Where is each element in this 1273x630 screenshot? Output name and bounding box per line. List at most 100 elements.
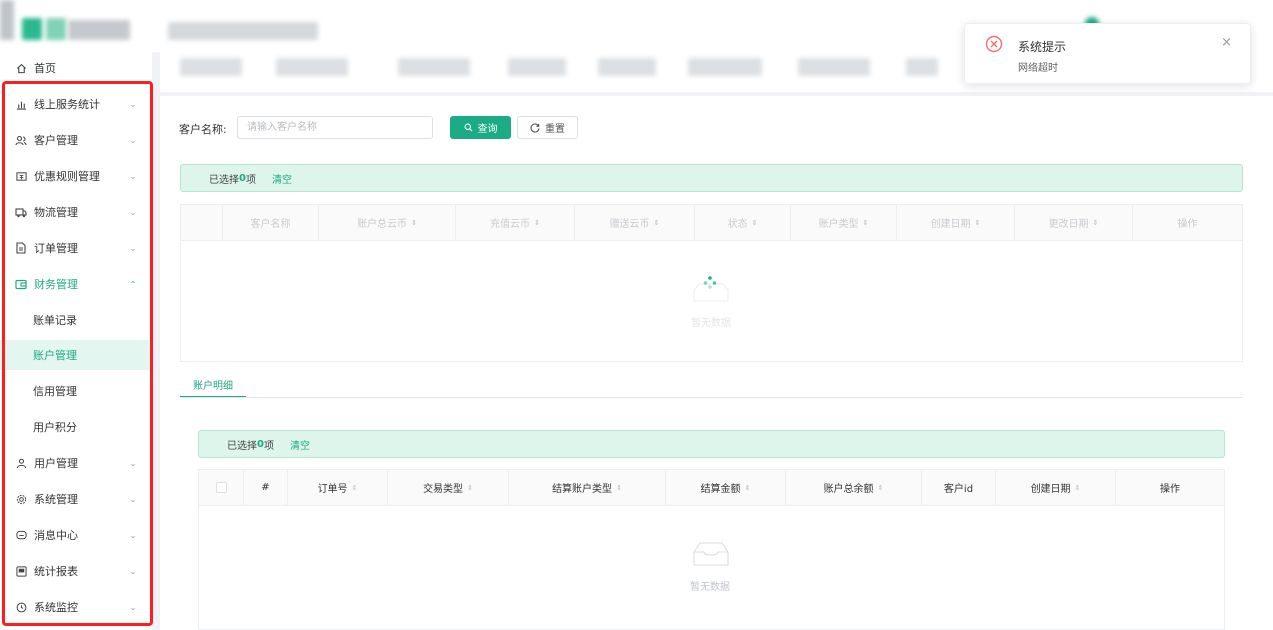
column-label: 结算账户类型: [552, 484, 613, 495]
notification-title: 系统提示: [1018, 40, 1067, 54]
column-header-recharge-coins[interactable]: 充值云币 ⇕: [456, 205, 575, 240]
sidebar-item-online-stats[interactable]: 线上服务统计 ⌄: [0, 89, 152, 119]
error-notification: 系统提示 网络超时 ×: [964, 23, 1251, 84]
select-all-checkbox[interactable]: [215, 482, 227, 493]
sidebar-subitem-label: 账单记录: [33, 314, 77, 327]
column-header-updated-date[interactable]: 更改日期 ⇕: [1015, 205, 1133, 240]
sort-icon: ⇕: [411, 218, 417, 227]
column-label: 账户类型: [818, 219, 859, 230]
sort-icon: ⇕: [1074, 483, 1081, 492]
chevron-down-icon: ⌄: [129, 602, 137, 612]
column-header-transaction-type[interactable]: 交易类型 ⇕: [388, 470, 509, 505]
sidebar-subitem-label: 账户管理: [33, 349, 77, 362]
column-label: 客户名称: [250, 219, 291, 230]
sidebar-item-system[interactable]: 系统管理 ⌄: [0, 484, 152, 514]
chevron-down-icon: ⌄: [129, 135, 137, 145]
search-icon: [464, 123, 472, 132]
column-label: 状态: [727, 219, 748, 230]
selection-bar: 已选择 0 项 清空: [180, 164, 1243, 192]
tab-account-detail[interactable]: 账户明细: [180, 373, 246, 398]
reset-button-label: 重置: [545, 124, 565, 135]
sidebar-item-label: 用户管理: [34, 457, 78, 470]
sidebar-item-monitor[interactable]: 系统监控 ⌄: [0, 592, 152, 622]
table-header-cell: [181, 205, 223, 240]
sort-icon: ⇕: [1092, 218, 1099, 227]
sidebar-item-messages[interactable]: 消息中心 ⌄: [0, 520, 152, 550]
loading-empty-icon: [693, 276, 729, 302]
column-header-gift-coins[interactable]: 赠送云币 ⇕: [575, 205, 695, 240]
sidebar-item-orders[interactable]: 订单管理 ⌄: [0, 233, 152, 263]
query-button-label: 查询: [477, 124, 498, 135]
chevron-down-icon: ⌄: [129, 99, 137, 109]
customer-name-input[interactable]: [237, 116, 433, 139]
sidebar-subitem-label: 用户积分: [33, 421, 77, 434]
sidebar-subitem-account-management[interactable]: 账户管理: [0, 340, 152, 370]
column-header-created-date[interactable]: 创建日期 ⇕: [996, 470, 1116, 505]
reset-button[interactable]: 重置: [517, 116, 578, 139]
column-label: 客户id: [943, 484, 974, 495]
empty-box-icon: [693, 542, 729, 566]
sidebar-item-finance[interactable]: 财务管理 ⌃: [0, 269, 152, 299]
column-label: #: [261, 482, 270, 493]
sidebar-subitem-label: 信用管理: [33, 385, 77, 398]
column-label: 更改日期: [1048, 219, 1089, 230]
coupon-icon: [14, 171, 28, 182]
message-icon: [14, 530, 28, 541]
sidebar-item-home[interactable]: 首页: [0, 53, 152, 83]
sidebar-item-label: 消息中心: [34, 529, 78, 542]
close-icon[interactable]: ×: [1221, 35, 1232, 50]
sidebar-subitem-bill-records[interactable]: 账单记录: [0, 305, 152, 335]
sidebar-item-coupon-rules[interactable]: 优惠规则管理 ⌄: [0, 161, 152, 191]
account-table-header: 客户名称 账户总云币 ⇕ 充值云币 ⇕ 赠送云币 ⇕ 状态 ⇕ 账户类型 ⇕ 创建日期 ⇕ …: [181, 205, 1242, 241]
sidebar-item-logistics[interactable]: 物流管理 ⌄: [0, 197, 152, 227]
clear-selection-link[interactable]: 清空: [290, 437, 310, 452]
sidebar-item-label: 优惠规则管理: [34, 170, 100, 183]
column-header-customer-name[interactable]: 客户名称: [223, 205, 319, 240]
query-button[interactable]: 查询: [450, 116, 511, 139]
column-label: 创建日期: [1030, 484, 1071, 495]
sidebar-item-label: 首页: [34, 62, 56, 75]
sidebar-subitem-user-points[interactable]: 用户积分: [0, 412, 152, 442]
selection-count: 0: [257, 438, 264, 450]
user-icon: [14, 458, 28, 469]
selection-prefix: 已选择: [209, 174, 239, 186]
sort-icon: ⇕: [877, 483, 884, 492]
column-label: 订单号: [317, 484, 348, 495]
chevron-up-icon: ⌃: [129, 279, 137, 289]
sidebar-item-label: 物流管理: [34, 206, 78, 219]
column-header-status[interactable]: 状态 ⇕: [695, 205, 791, 240]
truck-icon: [14, 207, 28, 218]
detail-table-header: # 订单号 ⇕ 交易类型 ⇕ 结算账户类型 ⇕ 结算金额 ⇕ 账户总余额 ⇕ 客户id 创…: [199, 470, 1224, 506]
sort-icon: ⇕: [744, 483, 751, 492]
column-header-settlement-account-type[interactable]: 结算账户类型 ⇕: [509, 470, 666, 505]
clear-selection-link[interactable]: 清空: [272, 171, 292, 186]
notification-message: 网络超时: [1018, 63, 1058, 74]
sidebar-item-customers[interactable]: 客户管理 ⌄: [0, 125, 152, 155]
column-label: 交易类型: [423, 484, 464, 495]
sort-icon: ⇕: [534, 218, 540, 227]
column-header-settlement-amount[interactable]: 结算金额 ⇕: [666, 470, 786, 505]
column-header-account-type[interactable]: 账户类型 ⇕: [791, 205, 897, 240]
sort-icon: ⇕: [974, 218, 981, 227]
column-header-actions: 操作: [1133, 205, 1242, 240]
column-header-created-date[interactable]: 创建日期 ⇕: [897, 205, 1015, 240]
column-header-total-coins[interactable]: 账户总云币 ⇕: [319, 205, 456, 240]
sort-icon: ⇕: [616, 483, 622, 492]
home-icon: [14, 63, 28, 74]
select-all-cell: [199, 470, 244, 505]
sidebar-subitem-credit-management[interactable]: 信用管理: [0, 376, 152, 406]
sidebar-item-users[interactable]: 用户管理 ⌄: [0, 448, 152, 478]
detail-selection-bar: 已选择 0 项 清空: [198, 430, 1225, 458]
column-label: 充值云币: [490, 219, 531, 230]
refresh-icon: [530, 122, 540, 132]
sidebar-item-label: 系统管理: [34, 493, 78, 506]
detail-table-empty-text: 暂无数据: [690, 582, 730, 593]
column-header-index: #: [244, 470, 288, 505]
sidebar-item-reports[interactable]: 统计报表 ⌄: [0, 556, 152, 586]
column-header-order-no[interactable]: 订单号 ⇕: [288, 470, 388, 505]
app-logo: [0, 0, 160, 52]
selection-suffix: 项: [263, 440, 274, 452]
sidebar-item-label: 系统监控: [34, 601, 78, 614]
column-label: 账户总云币: [357, 219, 408, 230]
column-header-total-balance[interactable]: 账户总余额 ⇕: [786, 470, 922, 505]
